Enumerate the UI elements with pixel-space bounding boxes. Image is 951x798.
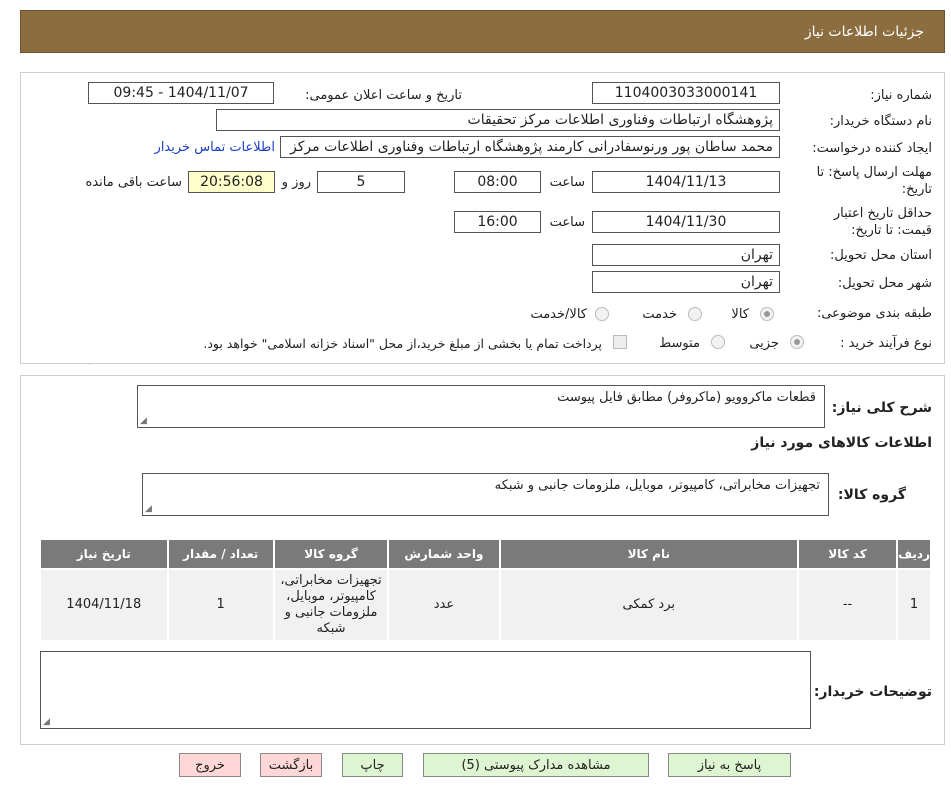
days-field: 5 [317,171,405,193]
page-header: جزئیات اطلاعات نیاز [20,10,945,53]
category-radio-service[interactable] [688,307,702,321]
category-option-goods-service: کالا/خدمت [530,307,587,322]
reply-date-field: 1404/11/13 [592,171,780,193]
col-item-code: کد کالا [796,538,899,570]
cell-item-code: -- [796,568,899,642]
col-unit: واحد شمارش [387,538,501,570]
category-option-service: خدمت [642,307,677,322]
goods-section-title: اطلاعات کالاهای مورد نیاز [751,435,932,451]
cell-quantity: 1 [166,568,275,642]
print-button[interactable]: چاپ [342,753,403,777]
validity-time-label: ساعت [549,215,585,230]
treasury-note: پرداخت تمام یا بخشی از مبلغ خرید،از محل … [203,336,602,351]
validity-time-field: 16:00 [454,211,541,233]
reply-deadline-label: مهلت ارسال پاسخ: تا [816,165,932,180]
need-number-label: شماره نیاز: [870,88,932,103]
purchase-option-minor: جزیی [749,336,779,351]
city-field: تهران [592,271,780,293]
reply-time-field: 08:00 [454,171,541,193]
need-number-field: 1104003033000141 [592,82,780,104]
goods-group-label: گروه کالا: [837,487,906,503]
cell-item-name: برد کمکی [498,568,799,642]
creator-label: ایجاد کننده درخواست: [812,141,932,156]
category-radio-goods[interactable] [760,307,774,321]
province-field: تهران [592,244,780,266]
purchase-radio-minor[interactable] [790,335,804,349]
remaining-label: ساعت باقی مانده [85,175,182,190]
reply-time-label: ساعت [549,175,585,190]
buyer-org-field: پژوهشگاه ارتباطات وفناوری اطلاعات مرکز ت… [216,109,780,131]
city-label: شهر محل تحویل: [837,276,932,291]
category-radio-goods-service[interactable] [595,307,609,321]
category-option-goods: کالا [731,307,749,322]
category-label: طبقه بندی موضوعی: [816,306,932,321]
purchase-option-medium: متوسط [659,336,700,351]
treasury-checkbox[interactable] [613,335,627,349]
cell-group: تجهیزات مخابراتی، کامپیوتر، موبایل، ملزو… [272,568,390,642]
exit-button[interactable]: خروج [179,753,241,777]
buyer-notes-field: ◢ [40,651,811,729]
remaining-time-field: 20:56:08 [188,171,275,193]
cell-unit: عدد [387,568,501,642]
creator-field: محمد ساطان پور ورنوسفادرانی کارمند پژوهش… [280,136,780,158]
buyer-org-label: نام دستگاه خریدار: [829,114,932,129]
announce-label: تاریخ و ساعت اعلان عمومی: [305,88,462,103]
attachments-button[interactable]: مشاهده مدارک پیوستی (5) [423,753,649,777]
col-need-date: تاریخ نیاز [39,538,169,570]
col-item-name: نام کالا [498,538,799,570]
description-label: شرح کلی نیاز: [831,400,932,416]
page-title: جزئیات اطلاعات نیاز [804,23,924,40]
col-group: گروه کالا [272,538,390,570]
purchase-type-label: نوع فرآیند خرید : [840,336,932,351]
purchase-radio-medium[interactable] [711,335,725,349]
goods-group-field: تجهیزات مخابراتی، کامپیوتر، موبایل، ملزو… [142,473,829,516]
buyer-notes-label: توضیحات خریدار: [813,684,932,700]
goods-table: ردیف کد کالا نام کالا واحد شمارش گروه کا… [39,538,932,642]
validity-label: حداقل تاریخ اعتبار [833,206,932,221]
col-row-number: ردیف [896,538,932,570]
validity-date-field: 1404/11/30 [592,211,780,233]
description-field: قطعات ماکروویو (ماکروفر) مطابق فایل پیوس… [137,385,825,428]
buyer-contact-link[interactable]: اطلاعات تماس خریدار [155,140,275,155]
back-button[interactable]: بازگشت [260,753,322,777]
resize-grip-icon: ◢ [145,504,152,514]
resize-grip-icon: ◢ [140,416,147,426]
reply-deadline-label-2: تاریخ: [901,182,932,197]
table-header-row: ردیف کد کالا نام کالا واحد شمارش گروه کا… [39,538,932,570]
days-label: روز و [281,175,311,190]
province-label: استان محل تحویل: [830,248,932,263]
description-text: قطعات ماکروویو (ماکروفر) مطابق فایل پیوس… [557,390,816,405]
reply-button[interactable]: پاسخ به نیاز [668,753,791,777]
resize-grip-icon: ◢ [43,717,50,727]
table-row: 1 -- برد کمکی عدد تجهیزات مخابراتی، کامپ… [39,568,932,642]
announce-field: 1404/11/07 - 09:45 [88,82,274,104]
col-quantity: تعداد / مقدار [166,538,275,570]
cell-row-number: 1 [896,568,932,642]
validity-label-2: قیمت: تا تاریخ: [851,223,932,238]
cell-need-date: 1404/11/18 [39,568,169,642]
goods-group-text: تجهیزات مخابراتی، کامپیوتر، موبایل، ملزو… [494,478,820,493]
